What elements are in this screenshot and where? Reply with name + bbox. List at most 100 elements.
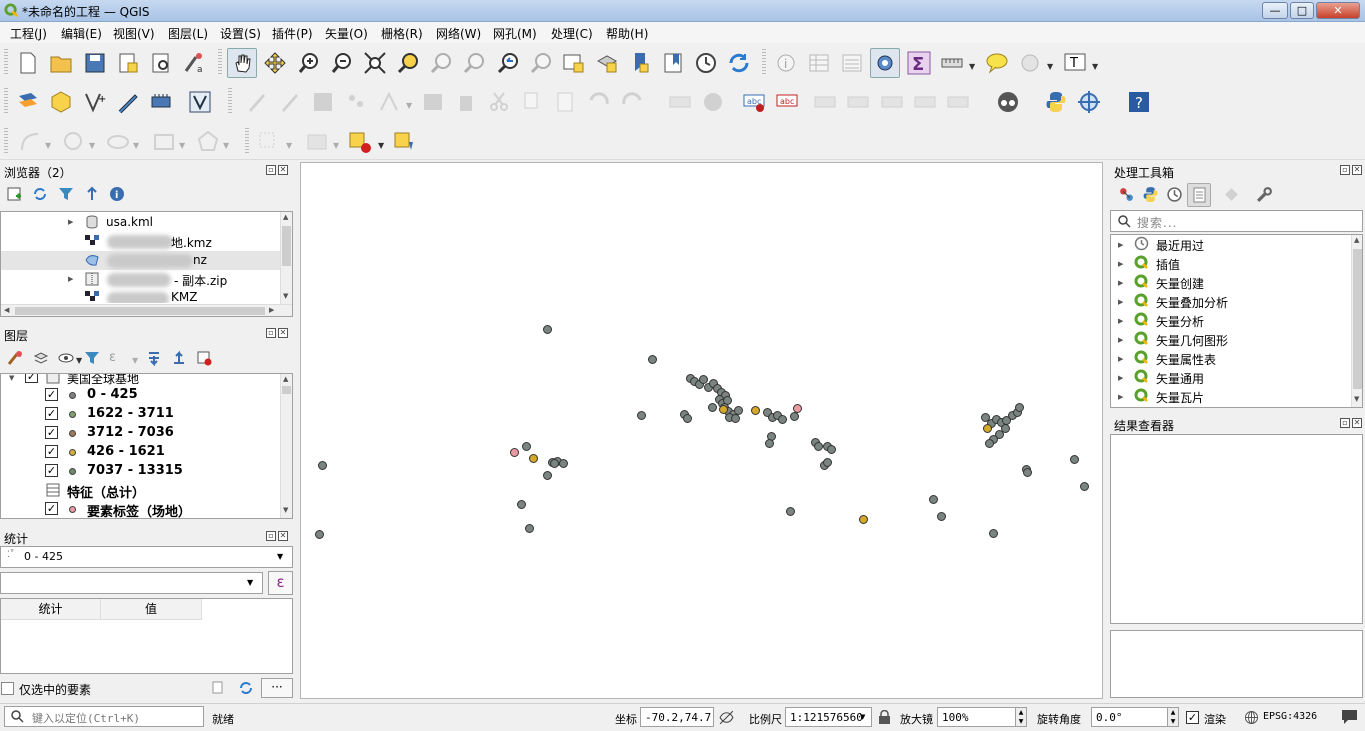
menu-help[interactable]: 帮助(H) [606, 25, 648, 42]
selected-only-checkbox[interactable] [1, 682, 14, 695]
legend-class-checkbox[interactable]: ✓ [45, 388, 58, 401]
coordinate-field[interactable]: -70.2,74.7 [640, 707, 714, 727]
float-panel-button[interactable]: ▫ [266, 531, 276, 541]
add-circular-string-icon[interactable] [18, 130, 42, 154]
data-source-manager-icon[interactable] [16, 90, 40, 114]
filter-browser-icon[interactable] [58, 186, 74, 202]
close-panel-button[interactable]: ✕ [278, 531, 288, 541]
delete-selected-icon[interactable] [454, 90, 478, 114]
layers-vertical-scrollbar[interactable]: ▲ ▼ [280, 374, 292, 518]
remove-layer-icon[interactable] [196, 350, 212, 366]
toolbox-item-interpolation[interactable]: ▶ 插值 [1111, 254, 1351, 273]
add-ellipse-icon[interactable] [106, 130, 130, 154]
new-map-view-icon[interactable] [562, 51, 586, 75]
filter-expression-icon[interactable]: ε [109, 350, 116, 365]
toolbox-item-vector-analysis[interactable]: ▶ 矢量分析 [1111, 311, 1351, 330]
add-rectangle-icon[interactable] [152, 130, 176, 154]
save-project-icon[interactable] [83, 51, 107, 75]
maximize-button[interactable]: □ [1290, 2, 1314, 19]
label-layer-checkbox[interactable]: ✓ [45, 502, 58, 515]
close-panel-button[interactable]: ✕ [278, 328, 288, 338]
rotate-label-icon[interactable] [913, 90, 937, 114]
move-label-icon[interactable] [880, 90, 904, 114]
column-header-value[interactable]: 值 [101, 599, 202, 620]
decorations-icon[interactable] [1018, 51, 1042, 75]
menu-edit[interactable]: 编辑(E) [61, 25, 102, 42]
new-geopackage-layer-icon[interactable] [49, 90, 73, 114]
models-icon[interactable] [1118, 186, 1135, 203]
toolbox-vertical-scrollbar[interactable]: ▲ ▼ [1351, 235, 1362, 407]
legend-class-row[interactable]: ✓ 0 - 425 [1, 386, 281, 405]
browser-item-kmz-2[interactable]: nz [1, 251, 281, 270]
menu-view[interactable]: 视图(V) [113, 25, 155, 42]
menu-vector[interactable]: 矢量(O) [325, 25, 368, 42]
show-hide-labels-icon[interactable] [846, 90, 870, 114]
legend-class-row[interactable]: ✓ 426 - 1621 [1, 443, 281, 462]
results-toggle[interactable] [1187, 183, 1211, 207]
locator-search-input[interactable]: 键入以定位(Ctrl+K) [4, 706, 204, 727]
toolbox-item-vector-overlay[interactable]: ▶ 矢量叠加分析 [1111, 292, 1351, 311]
legend-class-row[interactable]: ✓ 3712 - 7036 [1, 424, 281, 443]
modify-attributes-icon[interactable] [421, 90, 445, 114]
labeling-toolbar-icon[interactable] [668, 90, 692, 114]
style-panel-icon[interactable] [7, 350, 23, 366]
menu-processing[interactable]: 处理(C) [551, 25, 593, 42]
menu-project[interactable]: 工程(J) [10, 25, 47, 42]
expression-button[interactable]: ε [268, 571, 293, 595]
legend-class-checkbox[interactable]: ✓ [45, 426, 58, 439]
new-virtual-layer-icon[interactable] [149, 90, 173, 114]
add-group-icon[interactable] [33, 350, 49, 366]
more-options-button[interactable]: ··· [261, 678, 293, 698]
new-project-icon[interactable] [16, 51, 40, 75]
pan-to-selection-icon[interactable] [263, 51, 287, 75]
menu-layer[interactable]: 图层(L) [168, 25, 208, 42]
style-manager-icon[interactable]: a [182, 51, 206, 75]
vertex-tool-icon[interactable] [377, 90, 401, 114]
layer-group-row[interactable]: ▼ ✓ 美国全球基地 [1, 374, 281, 387]
close-panel-button[interactable]: ✕ [278, 165, 288, 175]
highlight-pinned-labels-icon[interactable]: abc [775, 90, 799, 114]
python-console-icon[interactable] [1044, 90, 1068, 114]
redo-icon[interactable] [620, 90, 644, 114]
legend-class-checkbox[interactable]: ✓ [45, 407, 58, 420]
field-select-dropdown[interactable]: ▼ [0, 572, 263, 594]
float-panel-button[interactable]: ▫ [266, 165, 276, 175]
help-icon[interactable]: ? [1127, 90, 1151, 114]
toolbox-item-vector-tiles[interactable]: ▶ 矢量瓦片 [1111, 387, 1351, 406]
text-annotation-icon[interactable]: T [1063, 51, 1087, 75]
add-circle-icon[interactable] [62, 130, 86, 154]
copy-icon[interactable] [211, 681, 225, 695]
refresh-icon[interactable] [727, 51, 751, 75]
add-selected-layers-icon[interactable] [6, 186, 22, 202]
messages-icon[interactable] [1340, 708, 1359, 726]
diagram-options-icon[interactable] [701, 90, 725, 114]
deselect-features-icon[interactable] [348, 130, 372, 154]
undo-icon[interactable] [587, 90, 611, 114]
zoom-native-icon[interactable] [462, 51, 486, 75]
properties-info-icon[interactable]: i [109, 186, 125, 202]
pin-labels-icon[interactable] [813, 90, 837, 114]
close-panel-button[interactable]: ✕ [1352, 165, 1362, 175]
plugin-spy-icon[interactable] [996, 90, 1020, 114]
show-bookmarks-icon[interactable] [661, 51, 685, 75]
change-label-icon[interactable] [946, 90, 970, 114]
select-by-location-icon[interactable] [393, 130, 417, 154]
georeferencer-icon[interactable] [1077, 90, 1101, 114]
legend-class-row[interactable]: ✓ 1622 - 3711 [1, 405, 281, 424]
browser-vertical-scrollbar[interactable]: ▲ ▼ [280, 212, 292, 304]
refresh-browser-icon[interactable] [32, 186, 48, 202]
new-shapefile-layer-icon[interactable]: + [83, 90, 107, 114]
new-3d-view-icon[interactable] [595, 51, 619, 75]
legend-class-row[interactable]: ✓ 7037 - 13315 [1, 462, 281, 481]
map-tips-icon[interactable] [985, 51, 1009, 75]
select-features-icon[interactable] [257, 130, 281, 154]
edit-features-in-place-icon[interactable] [1223, 186, 1240, 203]
history-icon[interactable] [1166, 186, 1183, 203]
float-panel-button[interactable]: ▫ [1340, 165, 1350, 175]
zoom-out-icon[interactable] [330, 51, 354, 75]
zoom-last-icon[interactable] [496, 51, 520, 75]
legend-class-checkbox[interactable]: ✓ [45, 464, 58, 477]
temporal-controller-icon[interactable] [694, 51, 718, 75]
magnifier-stepper[interactable]: ▲ ▼ [1015, 707, 1027, 727]
toolbox-item-vector-table[interactable]: ▶ 矢量属性表 [1111, 349, 1351, 368]
